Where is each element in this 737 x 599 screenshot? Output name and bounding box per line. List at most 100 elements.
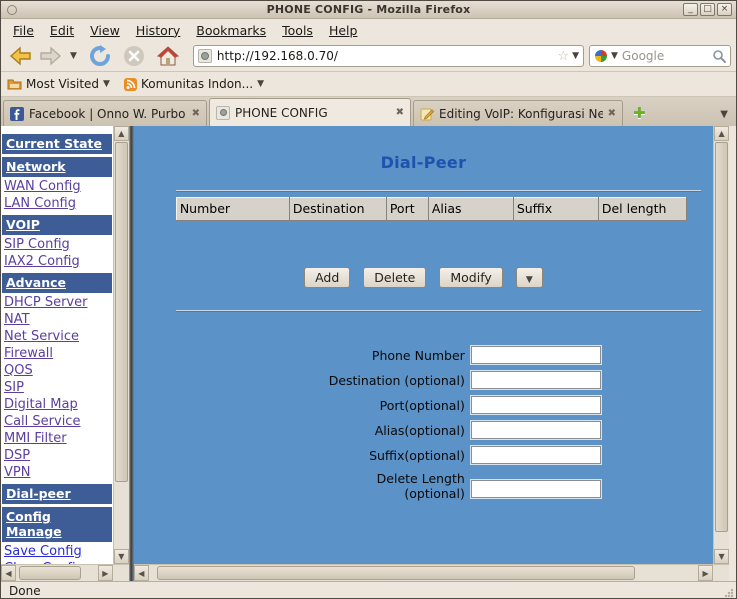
bookmark-komunitas[interactable]: Komunitas Indon... ▼ (124, 77, 264, 91)
scroll-down-icon[interactable]: ▼ (114, 549, 129, 564)
sidebar-item-iax2-config[interactable]: IAX2 Config (1, 253, 113, 270)
tab-phone-config[interactable]: PHONE CONFIG ✖ (209, 98, 411, 126)
destination-label: Destination (optional) (134, 373, 471, 388)
dial-peer-page: Dial-Peer Number Destination Port Alias … (134, 126, 713, 564)
sidebar-vertical-scrollbar[interactable]: ▲ ▼ (113, 126, 129, 564)
delete-length-label: Delete Length (optional) (134, 471, 471, 501)
sidebar-item-sip-config[interactable]: SIP Config (1, 236, 113, 253)
url-dropdown-icon[interactable]: ▼ (572, 52, 579, 61)
page-horizontal-scrollbar[interactable]: ◀ ▶ (134, 564, 713, 581)
menu-view[interactable]: View (82, 20, 128, 41)
maximize-button[interactable]: □ (700, 3, 715, 16)
add-button[interactable]: Add (304, 267, 350, 288)
menu-tools[interactable]: Tools (274, 20, 321, 41)
sidebar-item-dhcp-server[interactable]: DHCP Server (1, 294, 113, 311)
form-row: Delete Length (optional) (134, 471, 713, 501)
sidebar-item-qos[interactable]: QOS (1, 362, 113, 379)
sidebar-item-network[interactable]: Network (2, 157, 112, 177)
modify-button[interactable]: Modify (439, 267, 502, 288)
sidebar-item-firewall[interactable]: Firewall (1, 345, 113, 362)
scrollbar-corner (113, 564, 129, 581)
sidebar-item-config-manage[interactable]: Config Manage (2, 507, 112, 542)
scroll-down-icon[interactable]: ▼ (714, 549, 729, 564)
menu-history[interactable]: History (128, 20, 188, 41)
reload-icon[interactable] (89, 45, 111, 67)
search-engine-dropdown-icon[interactable]: ▼ (611, 52, 618, 61)
resize-grip[interactable] (724, 588, 734, 598)
url-input[interactable] (217, 49, 558, 63)
bookmark-label: Most Visited (26, 77, 99, 91)
back-icon[interactable] (9, 46, 33, 66)
tab-list-chevron-icon[interactable]: ▼ (720, 110, 728, 120)
destination-input[interactable] (471, 371, 601, 389)
sidebar-item-advance[interactable]: Advance (2, 273, 112, 293)
sidebar-item-digital-map[interactable]: Digital Map (1, 396, 113, 413)
suffix-input[interactable] (471, 446, 601, 464)
bookmark-star-icon[interactable]: ☆ (557, 50, 569, 63)
scroll-up-icon[interactable]: ▲ (114, 126, 129, 141)
port-input[interactable] (471, 396, 601, 414)
home-icon[interactable] (157, 46, 179, 66)
scrollbar-thumb[interactable] (19, 566, 81, 580)
tab-close-icon[interactable]: ✖ (192, 108, 200, 119)
scroll-right-icon[interactable]: ▶ (698, 565, 713, 581)
sidebar-item-voip[interactable]: VOIP (2, 215, 112, 235)
tab-editing-voip[interactable]: Editing VoIP: Konfigurasi Ne... ✖ (413, 100, 623, 126)
back-forward-dropdown-icon[interactable]: ▼ (70, 52, 77, 61)
scrollbar-thumb[interactable] (157, 566, 635, 580)
scrollbar-thumb[interactable] (715, 142, 728, 532)
scroll-right-icon[interactable]: ▶ (98, 565, 113, 581)
url-bar[interactable]: ☆ ▼ (193, 45, 584, 67)
scroll-left-icon[interactable]: ◀ (134, 565, 149, 581)
menu-bookmarks[interactable]: Bookmarks (188, 20, 274, 41)
bookmark-most-visited[interactable]: Most Visited ▼ (7, 77, 110, 91)
google-logo-icon[interactable] (594, 49, 608, 63)
sidebar-item-dial-peer[interactable]: Dial-peer (2, 484, 112, 504)
menu-help[interactable]: Help (321, 20, 366, 41)
page-vertical-scrollbar[interactable]: ▲ ▼ (713, 126, 729, 564)
sidebar-item-save-config[interactable]: Save Config (1, 543, 113, 560)
scroll-left-icon[interactable]: ◀ (1, 565, 16, 581)
search-bar[interactable]: ▼ (589, 45, 731, 67)
chevron-down-icon: ▼ (103, 80, 110, 89)
facebook-icon (10, 107, 24, 121)
sidebar-item-mmi-filter[interactable]: MMI Filter (1, 430, 113, 447)
sidebar-item-call-service[interactable]: Call Service (1, 413, 113, 430)
alias-input[interactable] (471, 421, 601, 439)
scrollbar-thumb[interactable] (115, 142, 128, 482)
close-button[interactable]: × (717, 3, 732, 16)
forward-icon[interactable] (38, 46, 62, 66)
delete-length-input[interactable] (471, 480, 601, 498)
sidebar-item-nat[interactable]: NAT (1, 311, 113, 328)
menu-edit[interactable]: Edit (42, 20, 82, 41)
phone-number-input[interactable] (471, 346, 601, 364)
delete-button[interactable]: Delete (363, 267, 426, 288)
new-tab-plus-icon[interactable]: ✚ (633, 104, 646, 122)
sidebar-item-wan-config[interactable]: WAN Config (1, 178, 113, 195)
column-port: Port (386, 198, 428, 221)
magnifier-icon[interactable] (712, 49, 726, 63)
page-select-dropdown[interactable]: ▼ (516, 267, 543, 288)
search-input[interactable] (622, 49, 712, 63)
sidebar-item-dsp[interactable]: DSP (1, 447, 113, 464)
sidebar-item-sip[interactable]: SIP (1, 379, 113, 396)
menu-bar: File Edit View History Bookmarks Tools H… (1, 19, 736, 41)
bookmarks-toolbar: Most Visited ▼ Komunitas Indon... ▼ (1, 72, 736, 97)
sidebar-item-lan-config[interactable]: LAN Config (1, 195, 113, 212)
sidebar-item-current-state[interactable]: Current State (2, 134, 112, 154)
sidebar-horizontal-scrollbar[interactable]: ◀ ▶ (1, 564, 113, 581)
menu-file[interactable]: File (5, 20, 42, 41)
form-row: Port(optional) (134, 396, 713, 414)
tab-label: PHONE CONFIG (235, 106, 328, 120)
tab-close-icon[interactable]: ✖ (608, 108, 616, 119)
stop-icon[interactable] (123, 45, 145, 67)
tab-facebook[interactable]: Facebook | Onno W. Purbo ✖ (3, 100, 207, 126)
dial-peer-table: Number Destination Port Alias Suffix Del… (176, 197, 687, 221)
sidebar-item-vpn[interactable]: VPN (1, 464, 113, 481)
tab-close-icon[interactable]: ✖ (396, 107, 404, 118)
scroll-up-icon[interactable]: ▲ (714, 126, 729, 141)
sidebar-item-net-service[interactable]: Net Service (1, 328, 113, 345)
minimize-button[interactable]: _ (683, 3, 698, 16)
tab-bar: Facebook | Onno W. Purbo ✖ PHONE CONFIG … (1, 97, 736, 126)
form-row: Destination (optional) (134, 371, 713, 389)
